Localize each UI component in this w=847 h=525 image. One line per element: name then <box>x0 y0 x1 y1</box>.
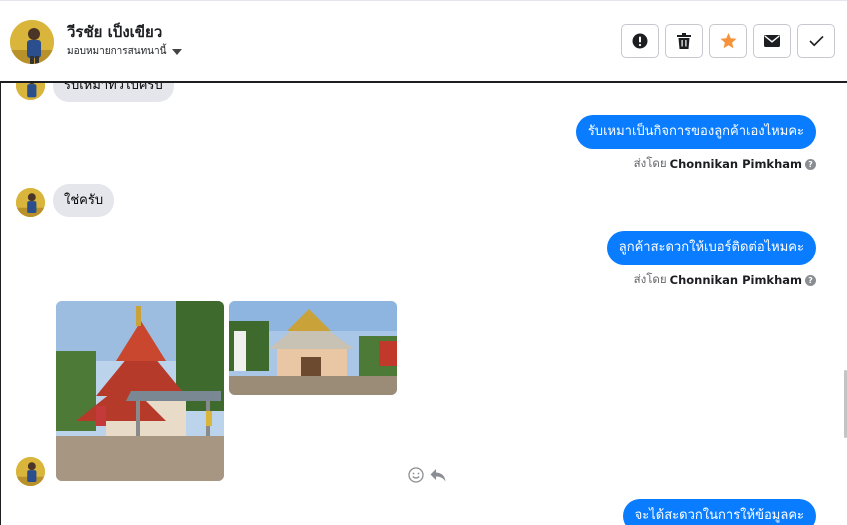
star-button[interactable] <box>709 24 747 58</box>
checkmark-icon <box>808 35 824 47</box>
envelope-icon <box>764 35 780 47</box>
incoming-message-bubble[interactable]: ใช่ครับ <box>53 184 115 217</box>
caret-down-icon <box>172 48 183 55</box>
conversation-actions <box>621 24 835 58</box>
small-building-photo[interactable] <box>229 301 397 395</box>
report-spam-button[interactable] <box>621 24 659 58</box>
help-icon[interactable]: ? <box>805 158 816 170</box>
contact-avatar[interactable] <box>10 20 54 64</box>
contact-name: วีรชัย เป็งเขียว <box>67 23 163 41</box>
help-icon[interactable]: ? <box>805 274 816 286</box>
star-icon <box>720 33 736 49</box>
sent-by-label: ส่งโดย Chonnikan Pimkham ? <box>634 155 816 173</box>
sent-by-label: ส่งโดย Chonnikan Pimkham ? <box>634 271 816 289</box>
mark-done-button[interactable] <box>797 24 835 58</box>
sent-by-name: Chonnikan Pimkham <box>669 273 802 287</box>
sent-by-prefix: ส่งโดย <box>633 156 667 170</box>
temple-building-photo[interactable] <box>56 301 224 481</box>
outgoing-message-bubble[interactable]: รับเหมาเป็นกิจการของลูกค้าเองไหมคะ <box>575 115 816 149</box>
exclamation-circle-icon <box>632 33 648 49</box>
sent-by-name: Chonnikan Pimkham <box>669 157 802 171</box>
incoming-message-bubble[interactable]: รับเหมาทั่วไปครับ <box>53 83 174 102</box>
sender-avatar[interactable] <box>16 457 45 486</box>
conversation-header: วีรชัย เป็งเขียว มอบหมายการสนทนานี้ <box>0 1 847 81</box>
emoji-react-icon[interactable] <box>408 467 424 483</box>
mark-unread-button[interactable] <box>753 24 791 58</box>
message-thread[interactable]: รับเหมาทั่วไปครับ รับเหมาเป็นกิจการของลู… <box>0 81 847 525</box>
message-tools <box>408 467 446 483</box>
outgoing-message-bubble[interactable]: ลูกค้าสะดวกให้เบอร์ติดต่อไหมคะ <box>606 231 816 265</box>
trash-icon <box>677 33 691 49</box>
reply-icon[interactable] <box>430 467 446 483</box>
sender-avatar[interactable] <box>16 188 45 217</box>
assign-conversation-dropdown[interactable]: มอบหมายการสนทนานี้ <box>67 44 183 59</box>
sender-avatar[interactable] <box>16 83 45 100</box>
delete-button[interactable] <box>665 24 703 58</box>
assign-label: มอบหมายการสนทนานี้ <box>67 46 167 57</box>
outgoing-message-bubble[interactable]: จะได้สะดวกในการให้ข้อมูลคะ <box>622 499 816 525</box>
sent-by-prefix: ส่งโดย <box>633 272 667 286</box>
